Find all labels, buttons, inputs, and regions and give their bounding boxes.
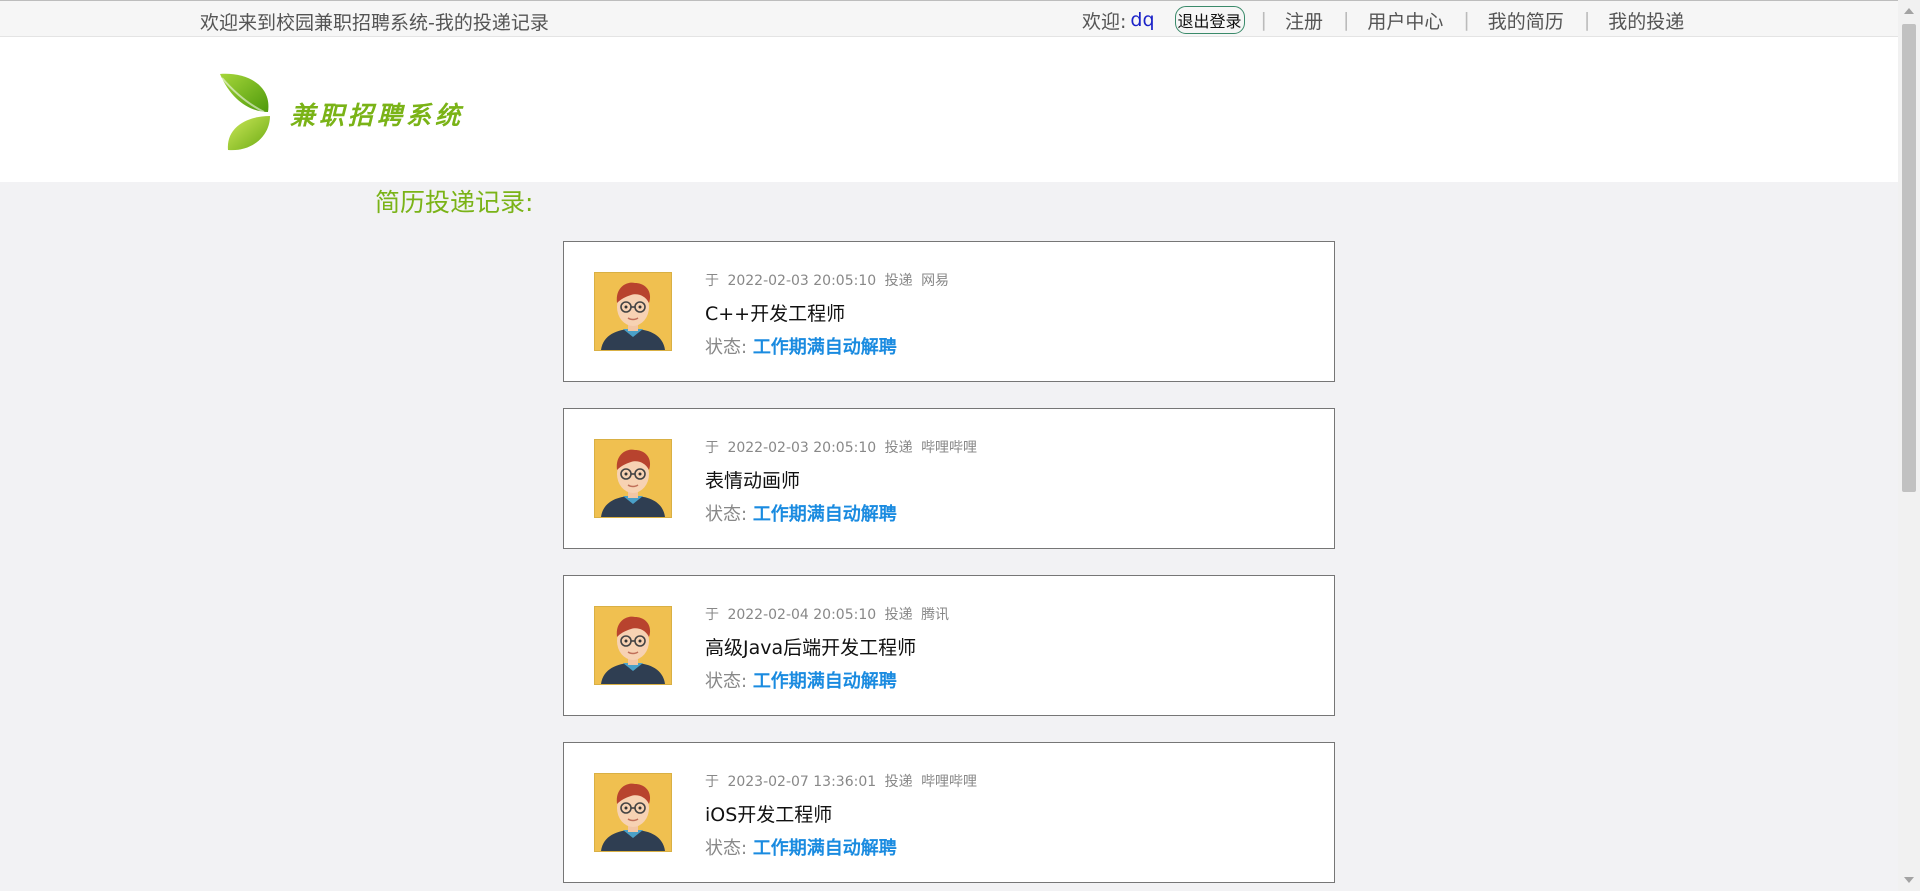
status-label: 状态:	[705, 671, 748, 692]
page-scrollbar[interactable]	[1898, 0, 1920, 891]
meta-action: 投递	[884, 607, 913, 623]
apply-datetime: 2022-02-03 20:05:10	[727, 440, 877, 456]
status-value: 工作期满自动解聘	[752, 671, 897, 692]
job-title[interactable]: C++开发工程师	[705, 299, 845, 326]
site-header: 兼职招聘系统	[0, 37, 1898, 182]
meta-prefix: 于	[705, 273, 719, 289]
meta-action: 投递	[884, 774, 913, 790]
logout-button[interactable]: 退出登录	[1174, 6, 1245, 34]
avatar-illustration-icon	[595, 774, 671, 851]
apply-datetime: 2023-02-07 13:36:01	[727, 774, 877, 790]
apply-datetime: 2022-02-04 20:05:10	[727, 607, 877, 623]
avatar-illustration-icon	[595, 440, 671, 517]
user-nav: 欢迎: dq 退出登录 | 注册 | 用户中心 | 我的简历 | 我的投递	[1082, 6, 1684, 34]
nav-my-resume-link[interactable]: 我的简历	[1488, 7, 1564, 34]
status-label: 状态:	[705, 337, 748, 358]
company-name: 腾讯	[921, 607, 950, 623]
greet-label: 欢迎:	[1082, 10, 1127, 33]
avatar-illustration-icon	[595, 607, 671, 684]
job-title[interactable]: 高级Java后端开发工程师	[705, 633, 916, 660]
green-leaf-icon	[220, 73, 270, 151]
page-title: 简历投递记录:	[375, 188, 534, 217]
company-name: 哔哩哔哩	[921, 440, 978, 456]
record-meta: 于 2022-02-03 20:05:10 投递 哔哩哔哩	[705, 437, 977, 457]
company-name: 哔哩哔哩	[921, 774, 978, 790]
username[interactable]: dq	[1130, 9, 1154, 31]
status-value: 工作期满自动解聘	[752, 504, 897, 525]
meta-action: 投递	[884, 273, 913, 289]
status-row: 状态: 工作期满自动解聘	[705, 500, 897, 526]
nav-user-center-link[interactable]: 用户中心	[1367, 7, 1443, 34]
scroll-thumb[interactable]	[1902, 24, 1916, 492]
meta-action: 投递	[884, 440, 913, 456]
status-row: 状态: 工作期满自动解聘	[705, 667, 897, 693]
nav-separator: |	[1342, 9, 1350, 31]
avatar	[594, 272, 672, 351]
status-value: 工作期满自动解聘	[752, 337, 897, 358]
status-value: 工作期满自动解聘	[752, 838, 897, 859]
record-meta: 于 2022-02-04 20:05:10 投递 腾讯	[705, 604, 949, 624]
meta-prefix: 于	[705, 774, 719, 790]
status-row: 状态: 工作期满自动解聘	[705, 834, 897, 860]
job-title[interactable]: iOS开发工程师	[705, 800, 832, 827]
apply-datetime: 2022-02-03 20:05:10	[727, 273, 877, 289]
meta-prefix: 于	[705, 440, 719, 456]
company-name: 网易	[921, 273, 950, 289]
avatar	[594, 439, 672, 518]
nav-separator: |	[1260, 9, 1267, 31]
application-record-card[interactable]: 于 2022-02-04 20:05:10 投递 腾讯 高级Java后端开发工程…	[563, 575, 1335, 716]
nav-register-link[interactable]: 注册	[1285, 7, 1323, 34]
status-label: 状态:	[705, 838, 748, 859]
top-bar: 欢迎来到校园兼职招聘系统-我的投递记录 欢迎: dq 退出登录 | 注册 | 用…	[0, 0, 1898, 37]
nav-separator: |	[1463, 9, 1470, 31]
status-label: 状态:	[705, 504, 748, 525]
meta-prefix: 于	[705, 607, 719, 623]
record-meta: 于 2023-02-07 13:36:01 投递 哔哩哔哩	[705, 771, 977, 791]
application-record-card[interactable]: 于 2022-02-03 20:05:10 投递 哔哩哔哩 表情动画师 状态: …	[563, 408, 1335, 549]
scroll-down-arrow-icon[interactable]	[1904, 877, 1914, 883]
avatar	[594, 773, 672, 852]
scroll-up-arrow-icon[interactable]	[1904, 8, 1914, 14]
nav-my-applications-link[interactable]: 我的投递	[1608, 7, 1684, 34]
welcome-text: 欢迎来到校园兼职招聘系统-我的投递记录	[200, 12, 549, 34]
logo-text: 兼职招聘系统	[290, 101, 465, 130]
avatar-illustration-icon	[595, 273, 671, 350]
application-record-card[interactable]: 于 2022-02-03 20:05:10 投递 网易 C++开发工程师 状态:…	[563, 241, 1335, 382]
nav-separator: |	[1583, 9, 1591, 31]
site-logo[interactable]: 兼职招聘系统	[218, 72, 468, 154]
record-meta: 于 2022-02-03 20:05:10 投递 网易	[705, 270, 949, 290]
application-record-card[interactable]: 于 2023-02-07 13:36:01 投递 哔哩哔哩 iOS开发工程师 状…	[563, 742, 1335, 883]
job-title[interactable]: 表情动画师	[705, 466, 800, 493]
status-row: 状态: 工作期满自动解聘	[705, 333, 897, 359]
avatar	[594, 606, 672, 685]
